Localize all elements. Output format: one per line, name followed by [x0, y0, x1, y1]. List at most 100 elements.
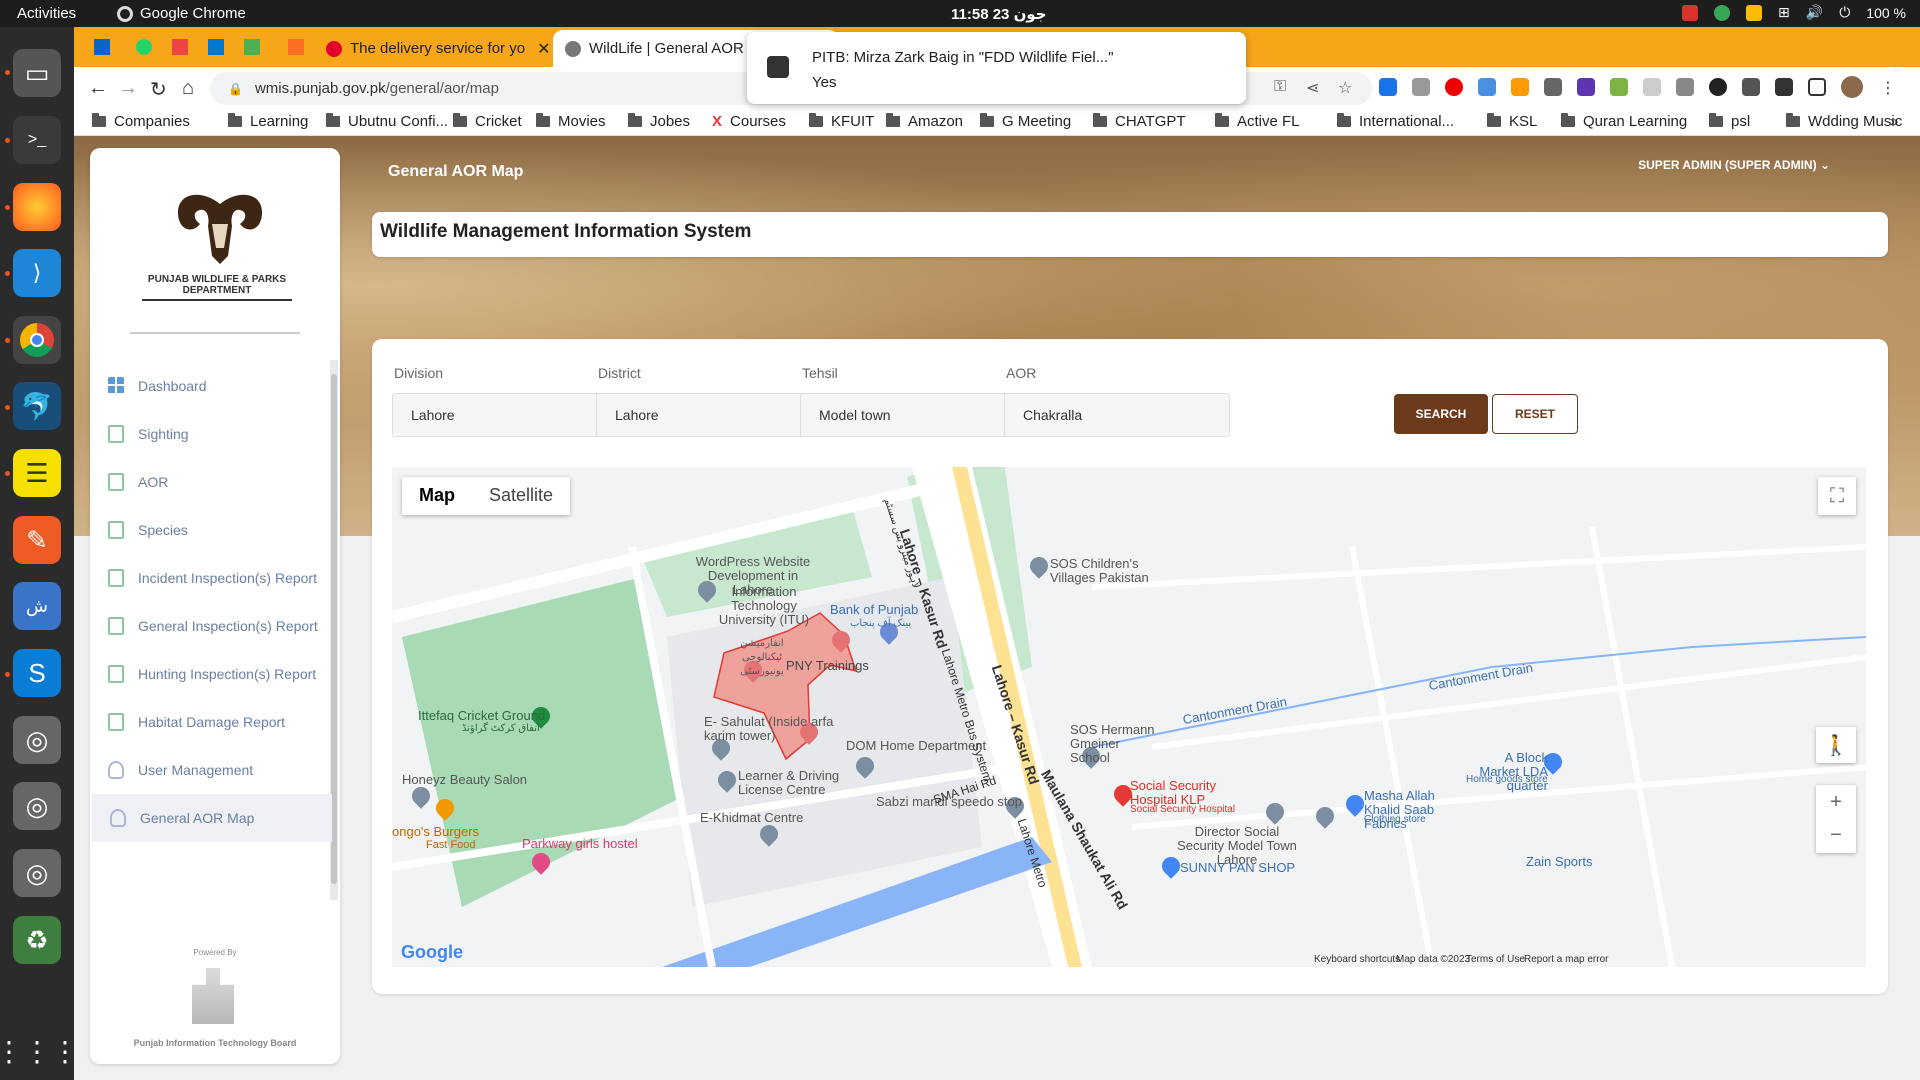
bookmark-item[interactable]: Quran Learning [1561, 113, 1687, 130]
place-label[interactable]: E-Khidmat Centre [700, 811, 803, 825]
place-label[interactable]: SUNNY PAN SHOP [1180, 861, 1295, 875]
extension-icon[interactable] [1379, 78, 1397, 96]
bookmark-item[interactable]: Learning [228, 113, 308, 130]
skype-icon[interactable]: S [13, 649, 61, 697]
google-map[interactable]: Map Satellite ⛶ 🚶 + − WordPress Website … [392, 467, 1866, 967]
bookmark-item[interactable]: CHATGPT [1093, 113, 1186, 130]
extension-icon[interactable] [1511, 78, 1529, 96]
sidebar-item-habitat-report[interactable]: Habitat Damage Report [108, 710, 285, 734]
place-label[interactable]: PNY Trainings [786, 659, 869, 673]
back-icon[interactable]: ← [88, 77, 108, 100]
sidebar-item-general-report[interactable]: General Inspection(s) Report [108, 614, 318, 638]
bookmark-item[interactable]: Ubutnu Confi... [326, 113, 448, 130]
sidebar-item-incident-report[interactable]: Incident Inspection(s) Report [108, 566, 317, 590]
place-label[interactable]: Home goods store [1466, 773, 1548, 787]
disk-icon[interactable]: ◎ [13, 716, 61, 764]
tray-app-icon[interactable] [1682, 4, 1699, 21]
extension-icon[interactable] [1742, 78, 1760, 96]
disk-icon[interactable]: ◎ [13, 849, 61, 897]
app-tab-icon[interactable] [244, 39, 260, 55]
place-label[interactable]: DOM Home Department [846, 739, 986, 753]
key-icon[interactable]: ⚿ [1274, 78, 1286, 96]
terms-link[interactable]: Terms of Use [1466, 954, 1525, 965]
gitlab-tab-icon[interactable] [288, 39, 304, 55]
trash-icon[interactable]: ♻ [13, 916, 61, 964]
extension-icon[interactable] [1676, 78, 1694, 96]
tray-app-icon[interactable] [1714, 4, 1731, 21]
tab-delivery[interactable]: The delivery service for yo ✕ [326, 30, 550, 67]
division-select[interactable]: Lahore [392, 393, 618, 437]
aor-select[interactable]: Chakralla [1004, 393, 1230, 437]
gmail-tab-icon[interactable] [172, 39, 188, 55]
network-icon[interactable]: ⊞ [1778, 4, 1790, 21]
bookmark-item[interactable]: Movies [536, 113, 606, 130]
place-label[interactable]: بینک آف پنجاب [850, 617, 911, 631]
tehsil-select[interactable]: Model town [800, 393, 1026, 437]
reload-icon[interactable]: ↻ [150, 77, 167, 102]
whatsapp-tab-icon[interactable] [136, 39, 152, 55]
sidebar-item-species[interactable]: Species [108, 518, 188, 542]
bookmark-item[interactable]: Active FL [1215, 113, 1300, 130]
lock-icon[interactable]: 🔒 [228, 82, 243, 96]
bookmark-item[interactable]: KFUIT [809, 113, 874, 130]
extension-icon[interactable] [1544, 78, 1562, 96]
zoom-out-icon[interactable]: − [1830, 824, 1842, 847]
forward-icon[interactable]: → [118, 77, 138, 100]
reset-button[interactable]: RESET [1492, 394, 1578, 434]
bookmark-item[interactable]: International... [1337, 113, 1454, 130]
bookmark-item[interactable]: X Courses [712, 113, 786, 130]
extension-icon[interactable] [1709, 78, 1727, 96]
map-type-satellite[interactable]: Satellite [472, 477, 570, 515]
activities-button[interactable]: Activities [17, 5, 76, 22]
map-type-map[interactable]: Map [402, 477, 472, 515]
chrome-dock-icon[interactable] [13, 316, 61, 364]
sidebar-item-sighting[interactable]: Sighting [108, 422, 189, 446]
mysql-workbench-icon[interactable]: 🐬 [13, 382, 61, 430]
extension-icon[interactable] [1577, 78, 1595, 96]
vscode-icon[interactable]: ⟩ [13, 249, 61, 297]
place-label[interactable]: Information Technology University (ITU) [716, 585, 812, 627]
firefox-icon[interactable] [13, 183, 61, 231]
bookmark-item[interactable]: Amazon [886, 113, 963, 130]
bookmark-item[interactable]: psl [1709, 113, 1750, 130]
bookmark-star-icon[interactable]: ☆ [1338, 78, 1352, 98]
fullscreen-icon[interactable]: ⛶ [1818, 477, 1856, 515]
notes-icon[interactable]: ☰ [13, 449, 61, 497]
place-label[interactable]: Clothing store [1364, 813, 1426, 827]
outlook-tab-icon[interactable] [208, 39, 224, 55]
volume-icon[interactable]: 🔊 [1806, 4, 1823, 21]
terminal-icon[interactable]: >_ [13, 116, 61, 164]
place-label[interactable]: Learner & Driving License Centre [738, 769, 848, 797]
clock[interactable]: 11:58 23 جون [951, 5, 1047, 23]
profile-avatar[interactable] [1841, 76, 1863, 98]
power-icon[interactable]: ⏻ [1839, 4, 1850, 21]
place-label[interactable]: Bank of Punjab [830, 603, 918, 617]
tray-notes-icon[interactable] [1746, 4, 1763, 21]
disk-icon[interactable]: ◎ [13, 782, 61, 830]
google-logo[interactable]: Google [401, 942, 463, 963]
street-view-pegman-icon[interactable]: 🚶 [1816, 727, 1856, 763]
notification-toast[interactable]: PITB: Mirza Zark Baig in "FDD Wildlife F… [747, 32, 1246, 104]
extension-icon[interactable] [1643, 78, 1661, 96]
more-bookmarks-icon[interactable]: » [1890, 113, 1898, 130]
place-label[interactable]: Ittefaq Cricket Ground [418, 709, 545, 723]
place-label[interactable]: Parkway girls hostel [522, 837, 638, 851]
place-label[interactable]: اتفاق کرکٹ گراؤنڈ [462, 722, 540, 736]
place-label[interactable]: Zain Sports [1526, 855, 1592, 869]
extension-icon[interactable] [1412, 78, 1430, 96]
place-label[interactable]: Social Security Hospital [1130, 803, 1235, 817]
place-label[interactable]: E- Sahulat (Inside arfa karim tower) [704, 715, 834, 743]
sidebar-item-general-aor-map[interactable]: General AOR Map [92, 794, 332, 842]
place-label[interactable]: ongo's Burgers [392, 825, 479, 839]
place-label[interactable]: SOS Children's Villages Pakistan [1050, 557, 1170, 585]
bookmark-item[interactable]: Jobes [628, 113, 690, 130]
place-label[interactable]: Honeyz Beauty Salon [402, 773, 527, 787]
system-tray[interactable]: ⊞ 🔊 ⏻ 100 % [1682, 4, 1906, 21]
sidebar-item-user-management[interactable]: User Management [108, 758, 253, 782]
sidebar-item-dashboard[interactable]: Dashboard [108, 374, 207, 398]
map-canvas[interactable] [392, 467, 1866, 967]
keyboard-layout-icon[interactable]: ش [13, 582, 61, 630]
bookmark-item[interactable]: KSL [1487, 113, 1537, 130]
bookmark-item[interactable]: G Meeting [980, 113, 1071, 130]
sidebar-item-hunting-report[interactable]: Hunting Inspection(s) Report [108, 662, 316, 686]
